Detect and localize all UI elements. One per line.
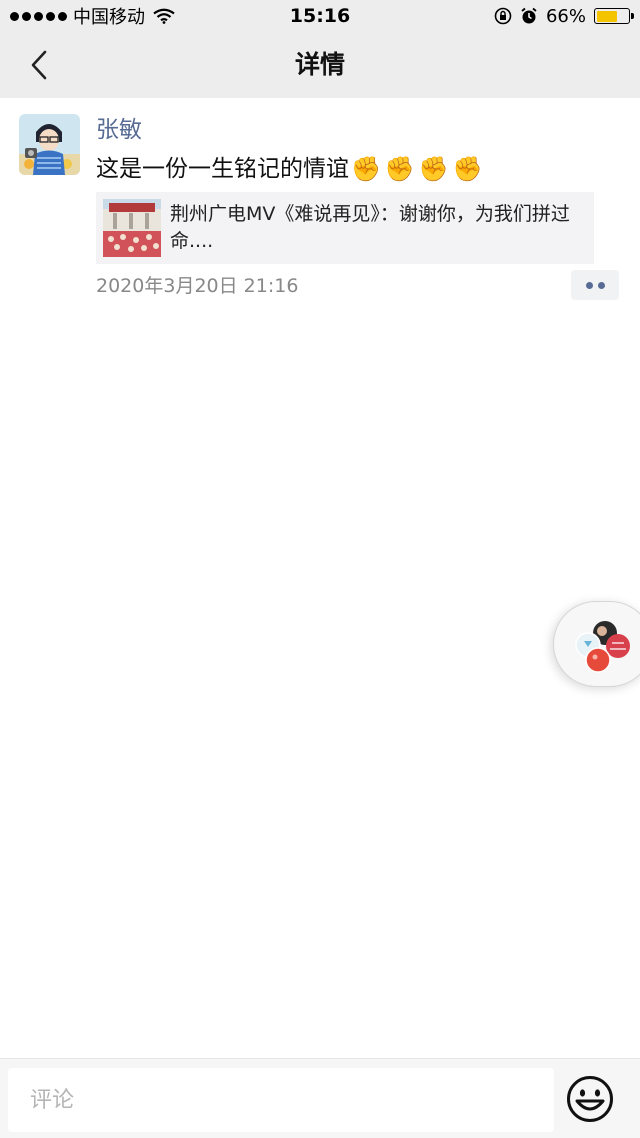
more-options-button[interactable] bbox=[571, 270, 619, 300]
shared-link-card[interactable]: 荆州广电MV《难说再见》：谢谢你，为我们拼过命.... bbox=[96, 192, 594, 264]
comment-bar bbox=[0, 1058, 640, 1138]
alarm-icon bbox=[521, 7, 537, 24]
back-button[interactable] bbox=[22, 48, 56, 82]
link-thumbnail bbox=[103, 199, 161, 257]
battery-icon bbox=[594, 8, 634, 24]
floating-window-thumbnails bbox=[575, 621, 630, 673]
post-text: 这是一份一生铭记的情谊 ✊ ✊ ✊ ✊ bbox=[96, 150, 483, 188]
emoji-button[interactable] bbox=[566, 1075, 614, 1123]
floating-window-button[interactable] bbox=[553, 601, 640, 687]
raised-fist-icon: ✊ bbox=[452, 155, 483, 183]
more-dots-icon bbox=[585, 281, 593, 289]
raised-fist-icon: ✊ bbox=[351, 155, 381, 183]
rotation-lock-icon bbox=[494, 7, 512, 25]
author-name[interactable]: 张敏 bbox=[96, 113, 142, 147]
page-title: 详情 bbox=[294, 50, 345, 79]
more-dots-icon bbox=[597, 281, 605, 289]
status-right: 66% bbox=[494, 5, 634, 27]
status-bar: 中国移动 15:16 66% bbox=[0, 0, 640, 32]
battery-level-fill bbox=[596, 10, 617, 22]
chevron-left-icon bbox=[31, 50, 47, 80]
post-timestamp: 2020年3月20日 21:16 bbox=[96, 275, 299, 297]
smiley-icon bbox=[567, 1076, 613, 1122]
raised-fist-icon: ✊ bbox=[384, 155, 415, 183]
comment-input[interactable] bbox=[8, 1068, 554, 1132]
link-title: 荆州广电MV《难说再见》：谢谢你，为我们拼过命.... bbox=[170, 203, 570, 252]
post-text-content: 这是一份一生铭记的情谊 bbox=[96, 156, 349, 182]
raised-fist-emoji-group: ✊ ✊ ✊ ✊ bbox=[351, 157, 483, 181]
battery-percent: 66% bbox=[545, 5, 586, 27]
author-avatar[interactable] bbox=[19, 114, 80, 175]
raised-fist-icon: ✊ bbox=[418, 155, 449, 183]
nav-bar: 详情 bbox=[0, 32, 640, 98]
